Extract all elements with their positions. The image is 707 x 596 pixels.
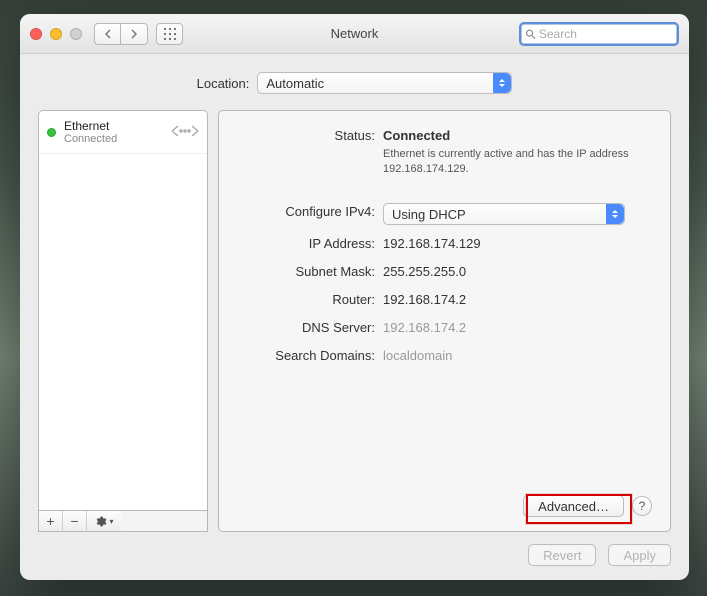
help-button[interactable]: ?: [632, 496, 652, 516]
chevron-right-icon: [130, 29, 138, 39]
bottom-buttons: Revert Apply: [38, 544, 671, 566]
split-pane: Ethernet Connected + − ▾: [38, 110, 671, 532]
content-area: Location: Automatic Ethernet Connected: [20, 54, 689, 580]
sidebar-actions: + − ▾: [39, 510, 207, 531]
detail-footer: Advanced… ?: [237, 495, 652, 517]
gear-icon: [94, 515, 107, 528]
forward-button[interactable]: [121, 23, 148, 45]
minimize-window-button[interactable]: [50, 28, 62, 40]
mask-label: Subnet Mask:: [237, 263, 383, 281]
close-window-button[interactable]: [30, 28, 42, 40]
router-label: Router:: [237, 291, 383, 309]
search-domains-row: Search Domains: localdomain: [237, 347, 652, 365]
nav-buttons: [94, 23, 148, 45]
search-field[interactable]: [519, 22, 679, 46]
select-stepper-icon: [606, 204, 624, 224]
chevron-left-icon: [104, 29, 112, 39]
location-select[interactable]: Automatic: [257, 72, 512, 94]
detail-pane: Status: Connected Ethernet is currently …: [218, 110, 671, 532]
service-status: Connected: [64, 133, 163, 145]
ip-label: IP Address:: [237, 235, 383, 253]
configure-ipv4-select[interactable]: Using DHCP: [383, 203, 625, 225]
revert-button[interactable]: Revert: [528, 544, 596, 566]
advanced-button[interactable]: Advanced…: [523, 495, 624, 517]
router-row: Router: 192.168.174.2: [237, 291, 652, 309]
status-description: Ethernet is currently active and has the…: [383, 147, 643, 177]
search-domains-value: localdomain: [383, 347, 452, 365]
service-actions-menu[interactable]: ▾: [87, 511, 121, 531]
apply-button[interactable]: Apply: [608, 544, 671, 566]
sidebar-spacer: [39, 154, 207, 510]
configure-row: Configure IPv4: Using DHCP: [237, 203, 652, 225]
router-value: 192.168.174.2: [383, 291, 466, 309]
status-label: Status:: [237, 127, 383, 145]
dns-value: 192.168.174.2: [383, 319, 466, 337]
back-button[interactable]: [94, 23, 121, 45]
network-preferences-window: Network Location: Automatic Ethernet Con…: [20, 14, 689, 580]
dns-row: DNS Server: 192.168.174.2: [237, 319, 652, 337]
zoom-window-button[interactable]: [70, 28, 82, 40]
add-service-button[interactable]: +: [39, 511, 63, 531]
configure-value: Using DHCP: [392, 207, 466, 222]
mask-row: Subnet Mask: 255.255.255.0: [237, 263, 652, 281]
select-stepper-icon: [493, 73, 511, 93]
search-icon: [525, 28, 536, 40]
grid-icon: [164, 28, 176, 40]
service-item-ethernet[interactable]: Ethernet Connected: [39, 111, 207, 154]
service-list: Ethernet Connected + − ▾: [38, 110, 208, 532]
ip-row: IP Address: 192.168.174.129: [237, 235, 652, 253]
chevron-down-icon: ▾: [109, 517, 113, 526]
mask-value: 255.255.255.0: [383, 263, 466, 281]
search-input[interactable]: [539, 27, 673, 41]
status-dot-icon: [47, 128, 56, 137]
service-text: Ethernet Connected: [64, 119, 163, 145]
status-value: Connected: [383, 127, 643, 145]
service-name: Ethernet: [64, 119, 163, 133]
window-controls: [30, 28, 82, 40]
remove-service-button[interactable]: −: [63, 511, 87, 531]
location-label: Location:: [197, 76, 250, 91]
location-row: Location: Automatic: [38, 72, 671, 94]
dns-label: DNS Server:: [237, 319, 383, 337]
status-row: Status: Connected Ethernet is currently …: [237, 127, 652, 177]
status-value-wrap: Connected Ethernet is currently active a…: [383, 127, 643, 177]
location-value: Automatic: [266, 76, 324, 91]
configure-label: Configure IPv4:: [237, 203, 383, 221]
titlebar: Network: [20, 14, 689, 54]
ip-value: 192.168.174.129: [383, 235, 481, 253]
show-all-button[interactable]: [156, 23, 183, 45]
search-domains-label: Search Domains:: [237, 347, 383, 365]
ethernet-icon: [171, 123, 199, 142]
